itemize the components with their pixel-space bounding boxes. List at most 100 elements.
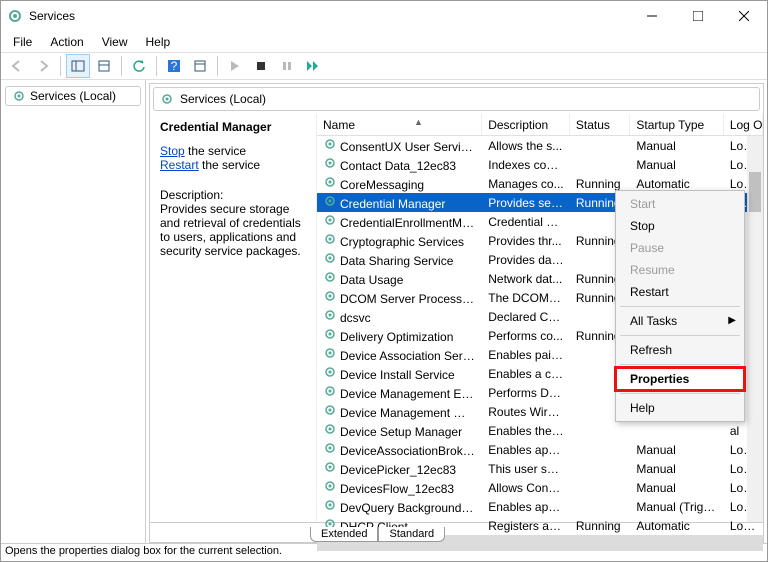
gear-icon (323, 308, 337, 322)
gear-icon (323, 365, 337, 379)
stop-service-button[interactable] (249, 54, 273, 78)
export-list-button[interactable] (92, 54, 116, 78)
service-row[interactable]: DevQuery Background Disc...Enables app..… (317, 497, 763, 516)
service-startup: Manual (630, 481, 723, 495)
service-startup: Automatic (630, 177, 723, 191)
refresh-button[interactable] (127, 54, 151, 78)
cm-separator (620, 306, 740, 307)
service-name: Contact Data_12ec83 (340, 159, 456, 173)
pause-service-button[interactable] (275, 54, 299, 78)
gear-icon (160, 92, 174, 106)
toolbar-separator (60, 56, 61, 76)
vertical-scrollbar[interactable] (747, 136, 763, 522)
gear-icon (323, 479, 337, 493)
service-name: Cryptographic Services (340, 235, 464, 249)
service-description: Enables the ... (482, 424, 570, 438)
cm-restart[interactable]: Restart (616, 281, 744, 303)
service-description: Provides dat... (482, 253, 570, 267)
cm-all-tasks[interactable]: All Tasks▶ (616, 310, 744, 332)
gear-icon (323, 194, 337, 208)
gear-icon (323, 137, 337, 151)
cm-properties[interactable]: Properties (616, 368, 744, 390)
properties-toolbar-button[interactable] (188, 54, 212, 78)
service-description: Declared Co... (482, 310, 570, 324)
service-name: DCOM Server Process Launc... (340, 292, 482, 306)
menu-help[interactable]: Help (138, 33, 179, 51)
service-row[interactable]: ConsentUX User Service_12e...Allows the … (317, 136, 763, 155)
stop-service-link[interactable]: Stop (160, 144, 185, 158)
cm-help[interactable]: Help (616, 397, 744, 419)
service-description: Enables app... (482, 443, 570, 457)
gear-icon (323, 156, 337, 170)
description-label: Description: (160, 188, 306, 202)
menu-file[interactable]: File (5, 33, 40, 51)
service-row[interactable]: DevicesFlow_12ec83Allows Conn...ManualLo… (317, 478, 763, 497)
service-description: Routes Wirel... (482, 405, 570, 419)
detail-service-name: Credential Manager (160, 120, 306, 134)
gear-icon (323, 346, 337, 360)
restart-service-link[interactable]: Restart (160, 158, 199, 172)
gear-icon (323, 289, 337, 303)
scroll-thumb[interactable] (749, 172, 761, 212)
col-logon[interactable]: Log On As (724, 114, 763, 135)
col-description[interactable]: Description (482, 114, 570, 135)
cm-refresh[interactable]: Refresh (616, 339, 744, 361)
context-menu: Start Stop Pause Resume Restart All Task… (615, 190, 745, 422)
cm-resume: Resume (616, 259, 744, 281)
service-description: Indexes cont... (482, 158, 570, 172)
service-description: Enables pairi... (482, 348, 570, 362)
services-app-icon (7, 8, 23, 24)
service-startup: Manual (630, 443, 723, 457)
window-title: Services (29, 9, 629, 23)
console-tree[interactable]: Services (Local) (1, 80, 146, 543)
close-button[interactable] (721, 1, 767, 31)
service-description: Enables app... (482, 500, 570, 514)
maximize-button[interactable] (675, 1, 721, 31)
nav-back-button[interactable] (5, 54, 29, 78)
col-status[interactable]: Status (570, 114, 631, 135)
gear-icon (323, 232, 337, 246)
minimize-button[interactable] (629, 1, 675, 31)
toolbar-separator (156, 56, 157, 76)
gear-icon (323, 213, 337, 227)
restart-service-button[interactable] (301, 54, 325, 78)
service-name: Data Sharing Service (340, 254, 453, 268)
service-row[interactable]: DevicePicker_12ec83This user ser...Manua… (317, 459, 763, 478)
gear-icon (323, 441, 337, 455)
window-titlebar: Services (1, 1, 767, 31)
show-hide-tree-button[interactable] (66, 54, 90, 78)
help-button[interactable]: ? (162, 54, 186, 78)
start-service-button[interactable] (223, 54, 247, 78)
service-name: Device Association Service (340, 349, 482, 363)
service-name: DevicePicker_12ec83 (340, 463, 456, 477)
gear-icon (323, 403, 337, 417)
menu-view[interactable]: View (94, 33, 136, 51)
service-row[interactable]: Contact Data_12ec83Indexes cont...Manual… (317, 155, 763, 174)
service-status: Running (570, 519, 631, 533)
svg-text:?: ? (171, 59, 178, 73)
service-description: Allows the s... (482, 139, 570, 153)
tree-root-services-local[interactable]: Services (Local) (5, 86, 141, 106)
service-name: Data Usage (340, 273, 403, 287)
cm-stop[interactable]: Stop (616, 215, 744, 237)
service-row[interactable]: Device Setup ManagerEnables the ...al (317, 421, 763, 440)
service-name: Device Install Service (340, 368, 455, 382)
service-description: This user ser... (482, 462, 570, 476)
tab-standard[interactable]: Standard (378, 527, 445, 542)
cm-start: Start (616, 193, 744, 215)
tab-extended[interactable]: Extended (310, 527, 378, 542)
service-row[interactable]: DeviceAssociationBroker_12...Enables app… (317, 440, 763, 459)
gear-icon (323, 175, 337, 189)
col-name[interactable]: Name (317, 114, 482, 135)
nav-forward-button[interactable] (31, 54, 55, 78)
service-description: The DCOML... (482, 291, 570, 305)
toolbar-separator (121, 56, 122, 76)
gear-icon (323, 498, 337, 512)
service-name: Device Management Enroll... (340, 387, 482, 401)
list-header[interactable]: ▲ Name Description Status Startup Type L… (317, 114, 763, 136)
col-startup-type[interactable]: Startup Type (630, 114, 723, 135)
service-name: ConsentUX User Service_12e... (340, 140, 482, 154)
menu-action[interactable]: Action (42, 33, 91, 51)
chevron-right-icon: ▶ (728, 315, 736, 326)
description-text: Provides secure storage and retrieval of… (160, 202, 306, 258)
